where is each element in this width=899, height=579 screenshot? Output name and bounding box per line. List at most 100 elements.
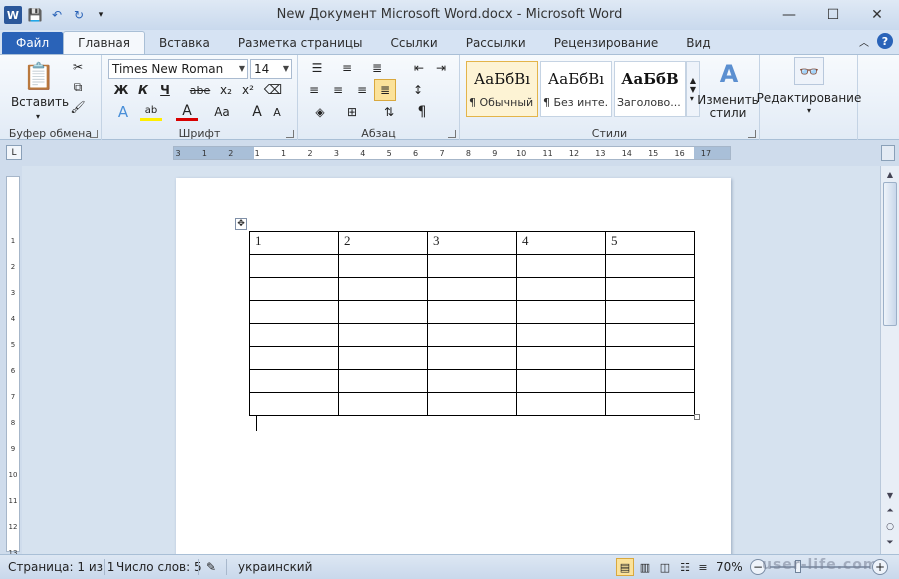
text-effects-icon[interactable]: A: [112, 103, 134, 121]
bold-button[interactable]: Ж: [112, 81, 130, 99]
multilevel-list-icon[interactable]: ≣: [364, 59, 390, 77]
change-styles-button[interactable]: Изменить стили: [697, 93, 759, 121]
undo-icon[interactable]: ↶: [48, 6, 66, 24]
table-cell[interactable]: [427, 277, 517, 301]
table-cell[interactable]: [516, 392, 606, 416]
cut-icon[interactable]: ✂: [70, 59, 86, 75]
editing-dropdown-icon[interactable]: ▾: [804, 105, 814, 115]
tab-insert[interactable]: Вставка: [145, 32, 224, 54]
vertical-scrollbar[interactable]: ▲ ▼ ⏶ ○ ⏷: [880, 166, 899, 554]
scroll-down-icon[interactable]: ▼: [883, 488, 897, 502]
table-cell[interactable]: 5: [605, 231, 695, 255]
table-cell[interactable]: [516, 323, 606, 347]
table-cell[interactable]: [338, 392, 428, 416]
table-cell[interactable]: [338, 277, 428, 301]
table-cell[interactable]: [516, 369, 606, 393]
table-cell[interactable]: [427, 346, 517, 370]
line-spacing-icon[interactable]: ↕: [406, 81, 430, 99]
table-cell[interactable]: [605, 323, 695, 347]
vertical-ruler[interactable]: 1 2 3 4 5 6 7 8 9 10 11 12 13: [6, 176, 20, 557]
table-cell[interactable]: [338, 323, 428, 347]
table-cell[interactable]: [249, 277, 339, 301]
highlight-icon[interactable]: ab: [140, 103, 162, 121]
table-cell[interactable]: [427, 369, 517, 393]
table-cell[interactable]: [605, 346, 695, 370]
increase-indent-icon[interactable]: ⇥: [432, 59, 450, 77]
table-cell[interactable]: [605, 254, 695, 278]
clear-format-icon[interactable]: ⌫: [262, 81, 284, 99]
tab-review[interactable]: Рецензирование: [540, 32, 673, 54]
paste-icon[interactable]: 📋: [22, 59, 56, 95]
align-right-icon[interactable]: ≡: [352, 81, 372, 99]
table-cell[interactable]: [605, 277, 695, 301]
chevron-down-icon[interactable]: ▼: [283, 60, 289, 78]
font-color-icon[interactable]: A: [176, 103, 198, 121]
editing-button[interactable]: Редактирование: [757, 91, 862, 105]
tab-view[interactable]: Вид: [672, 32, 724, 54]
proofing-icon[interactable]: ✎: [206, 560, 216, 574]
select-browse-object-icon[interactable]: ○: [883, 520, 897, 533]
table-cell[interactable]: [249, 346, 339, 370]
table-cell[interactable]: [427, 323, 517, 347]
customize-qat-icon[interactable]: ▾: [92, 6, 110, 24]
table-cell[interactable]: [605, 392, 695, 416]
table-cell[interactable]: [605, 300, 695, 324]
document-table[interactable]: 12345: [249, 231, 695, 416]
table-cell[interactable]: 3: [427, 231, 517, 255]
word-count[interactable]: Число слов: 5: [116, 560, 202, 574]
grow-font-icon[interactable]: A: [248, 103, 266, 121]
styles-launcher-icon[interactable]: [748, 130, 756, 138]
table-cell[interactable]: [427, 254, 517, 278]
outline-icon[interactable]: ☷: [676, 558, 694, 576]
tab-page-layout[interactable]: Разметка страницы: [224, 32, 377, 54]
table-cell[interactable]: 4: [516, 231, 606, 255]
font-launcher-icon[interactable]: [286, 130, 294, 138]
show-formatting-icon[interactable]: ¶: [412, 103, 432, 121]
table-move-handle-icon[interactable]: ✥: [235, 218, 247, 230]
tab-mailings[interactable]: Рассылки: [452, 32, 540, 54]
table-cell[interactable]: [249, 369, 339, 393]
table-cell[interactable]: [338, 369, 428, 393]
align-center-icon[interactable]: ≡: [328, 81, 348, 99]
style-no-spacing[interactable]: АаБбВı ¶ Без инте...: [540, 61, 612, 117]
page[interactable]: ✥ 12345: [176, 178, 731, 554]
table-cell[interactable]: [249, 392, 339, 416]
redo-icon[interactable]: ↻: [70, 6, 88, 24]
style-heading[interactable]: АаБбВ Заголово...: [614, 61, 686, 117]
table-cell[interactable]: [427, 392, 517, 416]
scroll-thumb[interactable]: [883, 182, 897, 326]
change-styles-icon[interactable]: A: [712, 59, 746, 89]
save-icon[interactable]: 💾: [26, 6, 44, 24]
tab-references[interactable]: Ссылки: [377, 32, 452, 54]
zoom-in-icon[interactable]: +: [872, 559, 888, 575]
previous-page-icon[interactable]: ⏶: [883, 504, 897, 517]
table-cell[interactable]: [605, 369, 695, 393]
copy-icon[interactable]: ⧉: [70, 79, 86, 95]
justify-icon[interactable]: ≣: [374, 79, 396, 101]
binoculars-icon[interactable]: 👓: [794, 57, 824, 85]
paragraph-launcher-icon[interactable]: [448, 130, 456, 138]
table-resize-handle[interactable]: [694, 414, 700, 420]
tab-file[interactable]: Файл: [2, 32, 64, 54]
table-cell[interactable]: [249, 323, 339, 347]
subscript-button[interactable]: x₂: [216, 81, 236, 99]
language[interactable]: украинский: [238, 560, 312, 574]
shrink-font-icon[interactable]: A: [268, 103, 286, 121]
web-layout-icon[interactable]: ◫: [656, 558, 674, 576]
help-icon[interactable]: ?: [877, 33, 893, 49]
table-cell[interactable]: [338, 300, 428, 324]
font-name-combo[interactable]: Times New Roman ▼: [108, 59, 248, 79]
clipboard-launcher-icon[interactable]: [90, 130, 98, 138]
document-area[interactable]: ✥ 12345: [22, 166, 880, 554]
table-cell[interactable]: 2: [338, 231, 428, 255]
table-cell[interactable]: [516, 300, 606, 324]
chevron-down-icon[interactable]: ▼: [239, 60, 245, 78]
format-painter-icon[interactable]: 🖌: [70, 99, 86, 115]
table-cell[interactable]: [427, 300, 517, 324]
italic-button[interactable]: К: [134, 81, 152, 99]
horizontal-ruler[interactable]: 3 1 2 1 1 2 3 4 5 6 7 8 9 10 11 12 13 14 15 16 17: [173, 146, 731, 160]
zoom-level[interactable]: 70%: [716, 560, 743, 574]
minimize-ribbon-icon[interactable]: ︿: [859, 34, 869, 49]
close-button[interactable]: ✕: [855, 0, 899, 30]
table-cell[interactable]: [338, 346, 428, 370]
